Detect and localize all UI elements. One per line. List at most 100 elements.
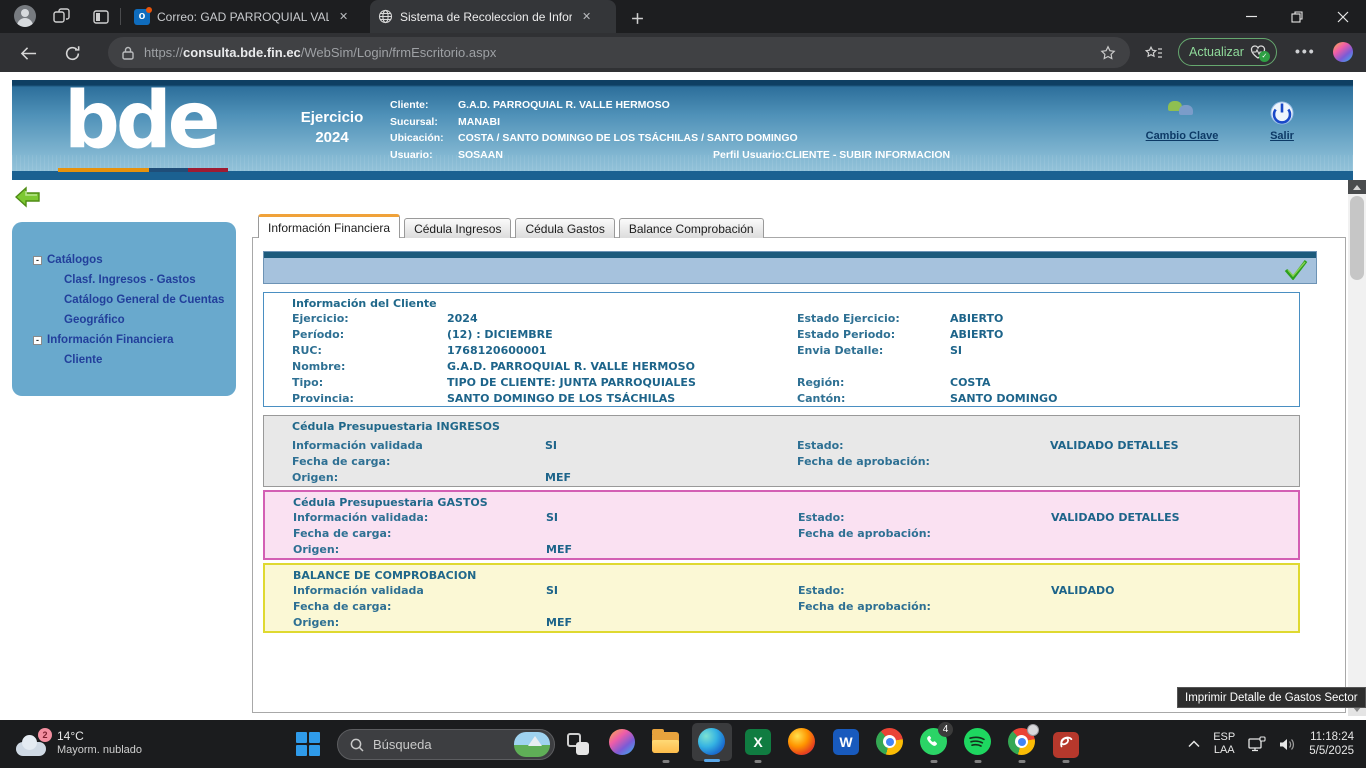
tab-close-icon[interactable]: ✕ (336, 9, 351, 24)
firefox-icon[interactable] (788, 728, 816, 756)
field-label: Estado: (797, 438, 1050, 454)
field-value: SI (546, 583, 798, 599)
copilot-taskbar-icon[interactable] (608, 728, 636, 756)
search-input[interactable]: Búsqueda (337, 729, 555, 760)
cambio-clave-link[interactable]: Cambio Clave (1132, 100, 1232, 142)
url-bar[interactable]: https://consulta.bde.fin.ec/WebSim/Login… (108, 37, 1130, 68)
task-view-icon[interactable] (567, 733, 589, 755)
browser-menu-icon[interactable]: ••• (1295, 43, 1316, 59)
browser-tab-correo[interactable]: o Correo: GAD PARROQUIAL VALLE ✕ (126, 0, 366, 33)
globe-icon (378, 9, 393, 24)
sidebar-item-label: Geográfico (64, 314, 125, 326)
field-label: Fecha de carga: (293, 599, 546, 615)
sucursal-value: MANABI (458, 114, 500, 131)
sidebar-item-cliente[interactable]: Cliente (12, 350, 236, 370)
search-icon (350, 738, 364, 752)
sidebar-item-label: Información Financiera (47, 334, 174, 346)
webpage: bde Ejercicio 2024 Cliente:G.A.D. PARROQ… (0, 72, 1366, 720)
validation-banner (263, 251, 1317, 284)
field-label: Fecha de carga: (292, 454, 545, 470)
field-value: TIPO DE CLIENTE: JUNTA PARROQUIALES (447, 375, 797, 391)
tray-chevron-icon[interactable] (1188, 740, 1200, 748)
search-placeholder: Búsqueda (373, 737, 432, 752)
tab-cedula-gastos[interactable]: Cédula Gastos (515, 218, 614, 238)
field-value: SI (545, 438, 797, 454)
field-value: SI (546, 510, 798, 526)
sidebar-item-label: Catálogos (47, 254, 103, 266)
field-value (546, 599, 798, 615)
field-label (798, 615, 1051, 631)
network-icon[interactable] (1248, 736, 1266, 752)
tab-close-icon[interactable]: ✕ (579, 9, 594, 24)
workspaces-icon[interactable] (48, 4, 74, 29)
window-close-button[interactable] (1320, 0, 1366, 33)
weather-widget[interactable]: 2 14°C Mayorm. nublado (14, 726, 142, 758)
language-indicator[interactable]: ESP LAA (1213, 731, 1235, 757)
new-tab-icon[interactable] (624, 6, 650, 31)
sidebar-item-catalogo-general-cuentas[interactable]: Catálogo General de Cuentas (12, 290, 236, 310)
sidebar-item-informacion-financiera[interactable]: - Información Financiera (12, 330, 236, 350)
acrobat-icon[interactable] (1052, 728, 1080, 756)
start-button[interactable] (296, 732, 320, 756)
sidebar-item-clasf-ingresos-gastos[interactable]: Clasf. Ingresos - Gastos (12, 270, 236, 290)
weather-badge: 2 (38, 728, 52, 742)
volume-icon[interactable] (1279, 737, 1296, 752)
favorite-star-icon[interactable] (1100, 45, 1116, 61)
tab-balance-comprobacion[interactable]: Balance Comprobación (619, 218, 764, 238)
perfil-usuario-value: CLIENTE - SUBIR INFORMACION (785, 147, 950, 164)
users-icon (1165, 100, 1199, 126)
word-icon[interactable]: W (832, 728, 860, 756)
chrome-icon[interactable] (876, 728, 904, 756)
usuario-label: Usuario: (390, 147, 458, 164)
panel-cedula-ingresos: Cédula Presupuestaria INGRESOS Informaci… (263, 415, 1300, 487)
browser-tab-sistema[interactable]: Sistema de Recoleccion de Inform ✕ (370, 0, 616, 33)
field-value: VALIDADO (1051, 583, 1298, 599)
collapse-icon[interactable]: - (33, 336, 42, 345)
scroll-up-icon[interactable] (1348, 180, 1366, 194)
essentials-badge: ✓ (1259, 51, 1270, 62)
sidebar-item-geografico[interactable]: Geográfico (12, 310, 236, 330)
field-value (1051, 542, 1298, 558)
edge-icon[interactable] (698, 728, 726, 756)
status-grid: Información validadaSIEstado:VALIDADO DE… (264, 438, 1299, 486)
back-icon[interactable] (16, 41, 40, 65)
green-back-arrow-icon[interactable] (15, 185, 41, 209)
tab-separator (120, 8, 121, 25)
field-label: Estado Periodo: (797, 327, 950, 343)
window-restore-button[interactable] (1274, 0, 1320, 33)
favorites-list-icon[interactable] (1142, 41, 1166, 65)
panel-title: Información del Cliente (264, 293, 1299, 311)
field-value: (12) : DICIEMBRE (447, 327, 797, 343)
refresh-icon[interactable] (60, 41, 84, 65)
tab-informacion-financiera[interactable]: Información Financiera (258, 214, 400, 238)
whatsapp-icon[interactable]: 4 (920, 728, 948, 756)
window-minimize-button[interactable] (1228, 0, 1274, 33)
panel-balance-comprobacion: BALANCE DE COMPROBACION Información vali… (263, 563, 1300, 633)
header-bottom-band (12, 171, 1353, 180)
clock[interactable]: 11:18:24 5/5/2025 (1309, 730, 1354, 758)
sidebar-item-catalogos[interactable]: - Catálogos (12, 250, 236, 270)
salir-link[interactable]: Salir (1252, 100, 1312, 142)
scrollbar-thumb[interactable] (1350, 196, 1364, 280)
excel-icon[interactable]: X (744, 728, 772, 756)
browser-toolbar: https://consulta.bde.fin.ec/WebSim/Login… (0, 33, 1366, 72)
url-text: https://consulta.bde.fin.ec/WebSim/Login… (144, 45, 496, 60)
green-check-icon[interactable] (1284, 260, 1308, 280)
field-label: Cantón: (797, 391, 950, 407)
browser-profile-avatar[interactable] (14, 5, 36, 27)
tab-cedula-ingresos[interactable]: Cédula Ingresos (404, 218, 511, 238)
spotify-icon[interactable] (964, 728, 992, 756)
chrome-profile-icon[interactable] (1008, 728, 1036, 756)
collapse-icon[interactable]: - (33, 256, 42, 265)
copilot-toolbar-icon[interactable] (1333, 42, 1353, 62)
browser-essentials-icon: ✓ (1250, 45, 1266, 59)
actualizar-button[interactable]: Actualizar ✓ (1178, 38, 1277, 66)
tab-actions-icon[interactable] (88, 4, 114, 29)
sucursal-label: Sucursal: (390, 114, 458, 131)
status-grid: Información validada:SIEstado:VALIDADO D… (265, 510, 1298, 558)
field-label: Origen: (292, 470, 545, 486)
field-label: Fecha de carga: (293, 526, 546, 542)
field-value: ABIERTO (950, 311, 1299, 327)
page-scrollbar[interactable] (1348, 180, 1366, 716)
file-explorer-icon[interactable] (652, 728, 680, 756)
